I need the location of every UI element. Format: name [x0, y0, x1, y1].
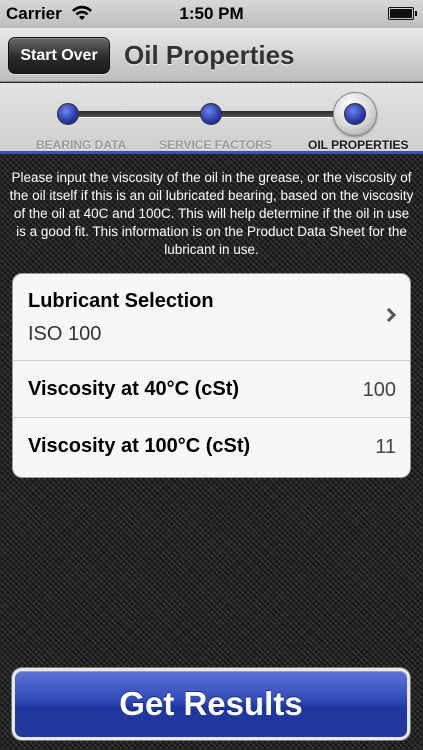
step-label-bearing-data[interactable]: BEARING DATA — [36, 138, 126, 152]
battery-icon — [388, 7, 417, 20]
step-indicator-service-factors[interactable] — [200, 103, 222, 125]
lubricant-selection-row[interactable]: Lubricant Selection ISO 100 — [13, 274, 410, 361]
status-time: 1:50 PM — [179, 4, 244, 23]
step-label-service-factors[interactable]: SERVICE FACTORS — [159, 138, 272, 152]
status-bar: Carrier 1:50 PM — [0, 0, 423, 28]
step-label-oil-properties: OIL PROPERTIES — [308, 138, 409, 152]
oil-properties-table: Lubricant Selection ISO 100 Viscosity at… — [12, 273, 411, 478]
lubricant-selection-value: ISO 100 — [28, 323, 102, 345]
viscosity-40-row[interactable]: Viscosity at 40°C (cSt) 100 — [13, 361, 410, 418]
navigation-bar: Start Over Oil Properties — [0, 28, 423, 82]
page-title: Oil Properties — [124, 40, 295, 70]
chevron-right-icon — [381, 307, 397, 323]
start-over-button[interactable]: Start Over — [8, 37, 110, 74]
step-indicator-bearing-data[interactable] — [57, 103, 79, 125]
viscosity-40-label: Viscosity at 40°C (cSt) — [28, 378, 240, 400]
current-step-dot — [344, 103, 366, 125]
viscosity-100-row[interactable]: Viscosity at 100°C (cSt) 11 — [13, 418, 410, 477]
viscosity-100-label: Viscosity at 100°C (cSt) — [28, 435, 251, 457]
progress-stepper: BEARING DATA SERVICE FACTORS OIL PROPERT… — [0, 83, 423, 154]
get-results-button[interactable]: Get Results — [12, 668, 410, 740]
step-indicator-oil-properties[interactable] — [333, 92, 377, 136]
viscosity-100-field[interactable]: 11 — [375, 436, 396, 459]
instructions-text: Please input the viscosity of the oil in… — [9, 170, 414, 257]
lubricant-selection-label: Lubricant Selection — [28, 290, 214, 312]
viscosity-40-field[interactable]: 100 — [363, 379, 396, 402]
